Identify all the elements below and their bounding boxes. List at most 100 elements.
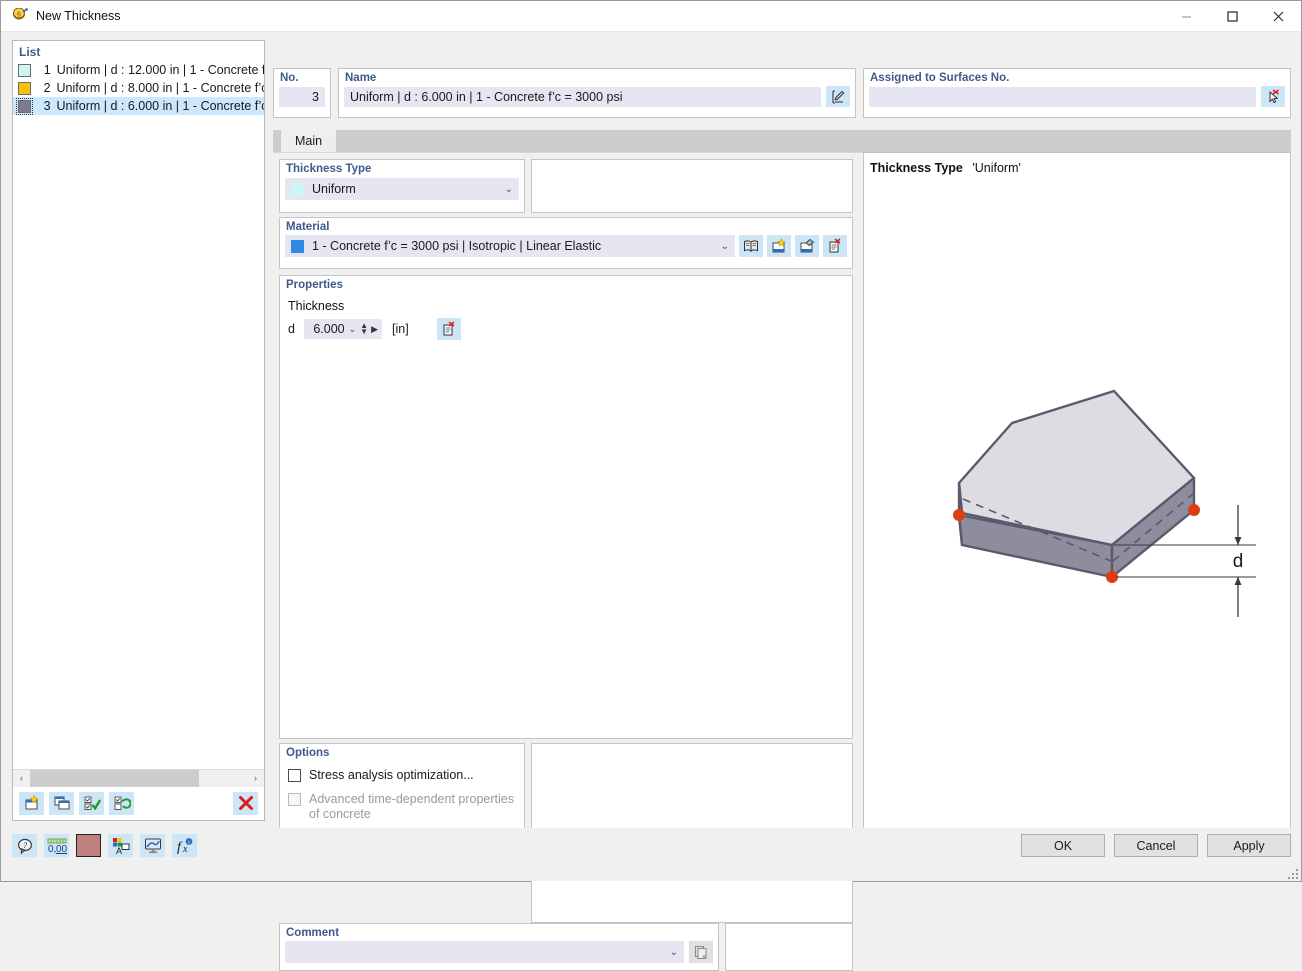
svg-text:?: ? <box>23 841 27 850</box>
option-advanced-time-dependent-properties: Advanced time-dependent properties of co… <box>280 783 524 822</box>
tab-strip: Main <box>273 130 1291 152</box>
svg-text:6: 6 <box>17 12 21 19</box>
comment-templates-icon[interactable] <box>689 941 713 963</box>
dimension-label-d: d <box>1233 551 1244 572</box>
decimal-places-icon[interactable]: 0, 00 <box>44 834 69 857</box>
footer-icon-bar: ? 0, 00 <box>12 834 197 857</box>
apply-button[interactable]: Apply <box>1207 834 1291 857</box>
color-swatch <box>18 82 31 95</box>
name-input[interactable]: Uniform | d : 6.000 in | 1 - Concrete f’… <box>344 87 821 107</box>
new-material-icon[interactable] <box>767 235 791 257</box>
select-all-button[interactable] <box>79 792 104 815</box>
resize-grip[interactable] <box>1288 869 1298 879</box>
stepper-down-icon[interactable]: ▼ <box>360 329 368 335</box>
thickness-type-value: Uniform <box>312 182 356 196</box>
scrollbar-track[interactable] <box>30 770 247 787</box>
toolbar-spacer <box>139 792 164 815</box>
list-item-label: Uniform | d : 6.000 in | 1 - Concrete f’… <box>57 99 264 113</box>
dialog-action-buttons: OK Cancel Apply <box>1021 834 1291 857</box>
comment-label: Comment <box>280 924 718 939</box>
invert-selection-button[interactable] <box>109 792 134 815</box>
list-item-label: Uniform | d : 12.000 in | 1 - Concrete f… <box>57 63 264 77</box>
thickness-list[interactable]: 1 Uniform | d : 12.000 in | 1 - Concrete… <box>13 61 264 769</box>
comment-input[interactable]: ⌄ <box>285 941 684 963</box>
list-item[interactable]: 1 Uniform | d : 12.000 in | 1 - Concrete… <box>13 61 264 79</box>
thickness-stepper[interactable]: ▲ ▼ <box>360 323 368 335</box>
material-select[interactable]: 1 - Concrete f’c = 3000 psi | Isotropic … <box>285 235 735 257</box>
thickness-type-group: Thickness Type Uniform ⌄ <box>279 159 525 213</box>
thickness-input[interactable]: 6.000 ⌄ ▲ ▼ ▶ <box>304 319 382 339</box>
list-panel-title: List <box>13 41 264 61</box>
list-item[interactable]: 3 Uniform | d : 6.000 in | 1 - Concrete … <box>13 97 264 115</box>
list-horizontal-scrollbar[interactable]: ‹ › <box>13 769 264 786</box>
dialog-body: List 1 Uniform | d : 12.000 in | 1 - Con… <box>1 32 1301 828</box>
cancel-button[interactable]: Cancel <box>1114 834 1198 857</box>
tab-main[interactable]: Main <box>281 130 336 152</box>
thickness-value: 6.000 <box>308 322 349 336</box>
thickness-icon: 6 <box>12 8 28 24</box>
preview-title-value: 'Uniform' <box>972 161 1021 175</box>
thickness-type-swatch <box>291 183 304 196</box>
ok-button[interactable]: OK <box>1021 834 1105 857</box>
material-label: Material <box>280 218 852 233</box>
preview-panel: Thickness Type 'Uniform' <box>863 152 1291 859</box>
chevron-down-icon: ⌄ <box>505 184 513 195</box>
color-swatch-button[interactable] <box>76 834 101 857</box>
thickness-list-panel: List 1 Uniform | d : 12.000 in | 1 - Con… <box>12 40 265 821</box>
copy-thickness-button[interactable] <box>49 792 74 815</box>
minimize-button[interactable] <box>1163 1 1209 32</box>
scroll-left-icon[interactable]: ‹ <box>13 770 30 787</box>
new-thickness-button[interactable] <box>19 792 44 815</box>
list-item-number: 1 <box>38 63 51 77</box>
list-item-label: Uniform | d : 8.000 in | 1 - Concrete f’… <box>57 81 264 95</box>
option-stress-analysis-optimization[interactable]: Stress analysis optimization... <box>280 759 524 783</box>
option-label: Stress analysis optimization... <box>309 768 474 783</box>
edit-name-icon[interactable] <box>826 86 850 107</box>
thickness-expand-icon[interactable]: ▶ <box>371 324 378 335</box>
thickness-unit: [in] <box>392 322 409 336</box>
material-library-icon[interactable] <box>739 235 763 257</box>
help-icon[interactable]: ? <box>12 834 37 857</box>
list-item-number: 2 <box>38 81 51 95</box>
material-group: Material 1 - Concrete f’c = 3000 psi | I… <box>279 217 853 269</box>
formula-icon[interactable]: f x i <box>172 834 197 857</box>
assigned-surfaces-input[interactable] <box>869 87 1256 107</box>
delete-thickness-button[interactable] <box>233 792 258 815</box>
svg-text:i: i <box>188 840 189 846</box>
pick-surfaces-icon[interactable] <box>1261 86 1285 107</box>
maximize-button[interactable] <box>1209 1 1255 32</box>
chevron-down-icon: ⌄ <box>721 241 729 252</box>
close-button[interactable] <box>1255 1 1301 32</box>
scroll-right-icon[interactable]: › <box>247 770 264 787</box>
material-info-icon[interactable] <box>823 235 847 257</box>
preview-title: Thickness Type 'Uniform' <box>870 161 1021 175</box>
thickness-type-side-panel <box>531 159 853 213</box>
svg-text:x: x <box>182 844 188 855</box>
color-swatch <box>18 100 31 113</box>
scrollbar-thumb[interactable] <box>30 770 199 787</box>
list-item[interactable]: 2 Uniform | d : 8.000 in | 1 - Concrete … <box>13 79 264 97</box>
window-controls <box>1163 1 1301 32</box>
list-item-number: 3 <box>38 99 51 113</box>
thickness-sub-header: Thickness <box>280 291 852 313</box>
chevron-down-icon[interactable]: ⌄ <box>349 324 357 335</box>
properties-label: Properties <box>280 276 852 291</box>
chevron-down-icon[interactable]: ⌄ <box>670 947 678 958</box>
option-label: Advanced time-dependent properties of co… <box>309 792 524 822</box>
number-input[interactable]: 3 <box>279 87 325 107</box>
thickness-symbol: d <box>288 322 298 336</box>
thickness-type-label: Thickness Type <box>280 160 524 175</box>
checkbox-icon[interactable] <box>288 769 301 782</box>
material-value: 1 - Concrete f’c = 3000 psi | Isotropic … <box>312 239 601 253</box>
properties-group: Properties Thickness d 6.000 ⌄ ▲ ▼ ▶ [in… <box>279 275 853 739</box>
svg-text:00: 00 <box>56 844 67 855</box>
thickness-info-icon[interactable] <box>437 318 461 340</box>
display-properties-icon[interactable]: A <box>108 834 133 857</box>
edit-material-icon[interactable] <box>795 235 819 257</box>
thickness-type-select[interactable]: Uniform ⌄ <box>285 178 519 200</box>
assigned-surfaces-label: Assigned to Surfaces No. <box>864 69 1290 84</box>
new-thickness-dialog: 6 New Thickness List 1 <box>0 0 1302 882</box>
render-view-icon[interactable] <box>140 834 165 857</box>
options-label: Options <box>280 744 524 759</box>
title-bar: 6 New Thickness <box>1 1 1301 32</box>
